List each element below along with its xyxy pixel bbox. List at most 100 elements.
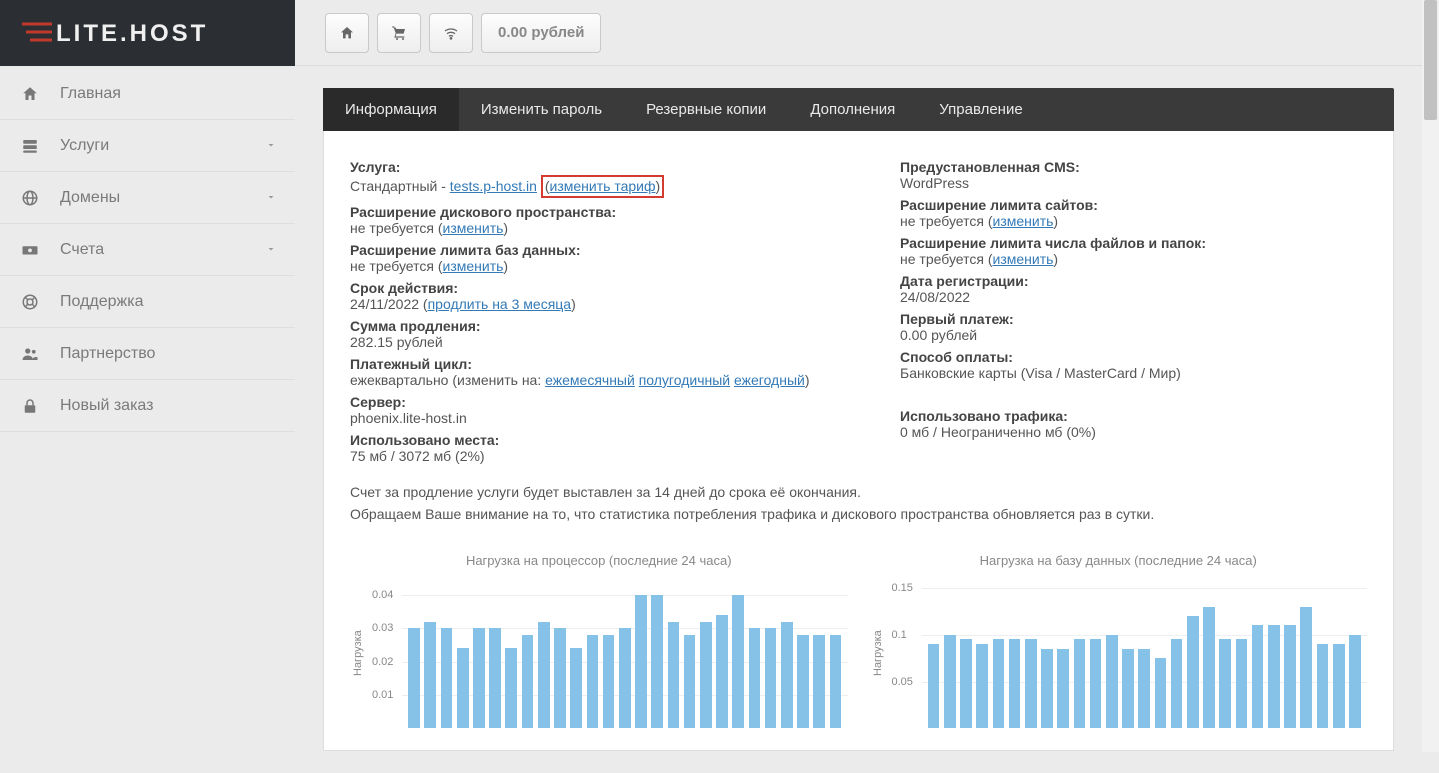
sidebar-item-users[interactable]: Партнерство: [0, 328, 295, 380]
ytick-label: 0.05: [892, 676, 913, 688]
chevron-down-icon: [265, 190, 277, 206]
chart-bar: [1009, 639, 1021, 728]
sidebar-item-money[interactable]: Счета: [0, 224, 295, 276]
sidebar-item-label: Поддержка: [60, 293, 277, 311]
disk-ext-change-link[interactable]: изменить: [443, 220, 504, 236]
cms-value: WordPress: [900, 175, 1367, 191]
chart-bar: [587, 635, 599, 728]
chart-bar: [960, 639, 972, 728]
cycle-monthly-link[interactable]: ежемесячный: [545, 372, 635, 388]
chart-bar: [441, 628, 453, 728]
cycle-semi-link[interactable]: полугодичный: [639, 372, 730, 388]
chart-bar: [732, 595, 744, 728]
tab-Изменить пароль[interactable]: Изменить пароль: [459, 88, 624, 131]
life-ring-icon: [0, 293, 60, 311]
info-panel: Услуга: Стандартный - tests.p-host.in (и…: [323, 131, 1394, 751]
home-button[interactable]: [325, 13, 369, 53]
files-ext-label: Расширение лимита числа файлов и папок:: [900, 235, 1367, 251]
sidebar-item-life-ring[interactable]: Поддержка: [0, 276, 295, 328]
sidebar-item-globe[interactable]: Домены: [0, 172, 295, 224]
wifi-button[interactable]: [429, 13, 473, 53]
expiry-value: 24/11/2022 (продлить на 3 месяца): [350, 296, 860, 312]
sidebar-item-label: Домены: [60, 189, 265, 207]
tabs-bar: ИнформацияИзменить парольРезервные копии…: [323, 88, 1394, 131]
balance-display[interactable]: 0.00 рублей: [481, 13, 601, 53]
chart-bar: [668, 622, 680, 729]
sidebar-item-home[interactable]: Главная: [0, 68, 295, 120]
chart-bar: [1236, 639, 1248, 728]
chart-bar: [1138, 649, 1150, 729]
sidebar-item-lock[interactable]: Новый заказ: [0, 380, 295, 432]
traffic-label: Использовано трафика:: [900, 408, 1367, 424]
tab-Управление[interactable]: Управление: [917, 88, 1044, 131]
first-pay-value: 0.00 рублей: [900, 327, 1367, 343]
chart-bar: [1284, 625, 1296, 728]
sidebar-item-label: Партнерство: [60, 345, 277, 363]
first-pay-label: Первый платеж:: [900, 311, 1367, 327]
service-label: Услуга:: [350, 159, 860, 175]
tab-Резервные копии[interactable]: Резервные копии: [624, 88, 788, 131]
chart-bar: [797, 635, 809, 728]
disk-ext-value: не требуется (изменить): [350, 220, 860, 236]
sites-ext-value: не требуется (изменить): [900, 213, 1367, 229]
sidebar-item-label: Счета: [60, 241, 265, 259]
lock-icon: [0, 397, 60, 415]
cart-button[interactable]: [377, 13, 421, 53]
chart-bar: [1025, 639, 1037, 728]
home-icon: [0, 85, 60, 103]
ytick-label: 0.02: [372, 656, 393, 668]
tab-Информация[interactable]: Информация: [323, 88, 459, 131]
chart-bar: [1074, 639, 1086, 728]
svg-text:LITE.HOST: LITE.HOST: [56, 20, 208, 47]
chart-bar: [570, 648, 582, 728]
change-tariff-highlight: (изменить тариф): [541, 175, 664, 198]
chart-bar: [603, 635, 615, 728]
tab-Дополнения[interactable]: Дополнения: [788, 88, 917, 131]
chart-bar: [1219, 639, 1231, 728]
chart-bar: [489, 628, 501, 728]
chart-1: Нагрузка на базу данных (последние 24 ча…: [870, 553, 1368, 728]
chart-bar: [1268, 625, 1280, 728]
chart-bar: [1333, 644, 1345, 728]
sidebar-item-label: Услуги: [60, 137, 265, 155]
sidebar-item-server[interactable]: Услуги: [0, 120, 295, 172]
service-domain-link[interactable]: tests.p-host.in: [450, 178, 537, 194]
cycle-annual-link[interactable]: ежегодный: [734, 372, 805, 388]
chart-bar: [813, 635, 825, 728]
chart-bar: [1090, 639, 1102, 728]
db-ext-value: не требуется (изменить): [350, 258, 860, 274]
users-icon: [0, 345, 60, 363]
globe-icon: [0, 189, 60, 207]
files-ext-change-link[interactable]: изменить: [993, 251, 1054, 267]
chart-title: Нагрузка на базу данных (последние 24 ча…: [870, 553, 1368, 568]
service-value: Стандартный - tests.p-host.in (изменить …: [350, 175, 860, 198]
db-ext-change-link[interactable]: изменить: [443, 258, 504, 274]
server-label: Сервер:: [350, 394, 860, 410]
server-value: phoenix.lite-host.in: [350, 410, 860, 426]
ytick-label: 0.01: [372, 689, 393, 701]
chart-bar: [1203, 607, 1215, 729]
content-area: ИнформацияИзменить парольРезервные копии…: [295, 66, 1422, 773]
chart-bar: [1300, 607, 1312, 729]
reg-date-value: 24/08/2022: [900, 289, 1367, 305]
chart-bar: [1317, 644, 1329, 728]
vertical-scrollbar[interactable]: [1422, 0, 1439, 752]
renewal-sum-value: 282.15 рублей: [350, 334, 860, 350]
renew-link[interactable]: продлить на 3 месяца: [428, 296, 571, 312]
chart-bar: [635, 595, 647, 728]
chart-bar: [457, 648, 469, 728]
chart-bar: [944, 635, 956, 729]
chart-plot: 0.050.10.15: [892, 578, 1368, 728]
pay-method-label: Способ оплаты:: [900, 349, 1367, 365]
brand-logo[interactable]: LITE.HOST: [0, 0, 295, 66]
chevron-down-icon: [265, 242, 277, 258]
disk-ext-label: Расширение дискового пространства:: [350, 204, 860, 220]
scrollbar-thumb[interactable]: [1424, 0, 1437, 120]
sites-ext-change-link[interactable]: изменить: [993, 213, 1054, 229]
server-icon: [0, 137, 60, 155]
chart-bar: [1252, 625, 1264, 728]
sites-ext-label: Расширение лимита сайтов:: [900, 197, 1367, 213]
chart-bar: [1122, 649, 1134, 729]
change-tariff-link[interactable]: изменить тариф: [550, 178, 656, 194]
chart-bar: [1349, 635, 1361, 729]
